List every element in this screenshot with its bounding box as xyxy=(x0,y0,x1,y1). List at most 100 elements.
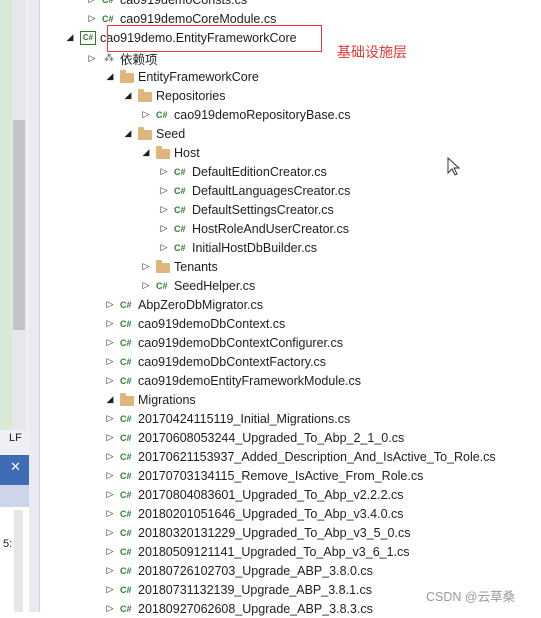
tree-file-item[interactable]: ▷ C# 20180320131229_Upgraded_To_Abp_v3_5_0… xyxy=(104,523,411,542)
change-indicator-bar xyxy=(0,0,12,430)
tree-item-label: 20170621153937_Added_Description_And_IsA… xyxy=(138,449,496,464)
tree-file-item[interactable]: ▷ C# 20170608053244_Upgraded_To_Abp_2_1_0.… xyxy=(104,428,405,447)
csharp-file-icon: C# xyxy=(120,584,132,595)
output-panel-toolbar xyxy=(0,485,29,507)
collapse-arrow-icon[interactable]: ▷ xyxy=(158,223,170,234)
close-icon[interactable]: ✕ xyxy=(10,459,21,475)
collapse-arrow-icon[interactable]: ▷ xyxy=(104,565,116,576)
tree-file-item[interactable]: ▷ C# 20170804083601_Upgraded_To_Abp_v2.2.2… xyxy=(104,485,404,504)
collapse-arrow-icon[interactable]: ▷ xyxy=(104,432,116,443)
expand-arrow-icon[interactable]: ◢ xyxy=(64,32,76,43)
collapse-arrow-icon[interactable]: ▷ xyxy=(86,53,98,64)
folder-icon xyxy=(156,145,170,159)
folder-icon xyxy=(120,392,134,406)
folder-icon xyxy=(156,259,170,273)
collapse-arrow-icon[interactable]: ▷ xyxy=(140,109,152,120)
tree-item-label: cao919demoDbContextFactory.cs xyxy=(138,354,327,369)
collapse-arrow-icon[interactable]: ▷ xyxy=(104,584,116,595)
tree-file-item[interactable]: ▷ C# cao919demoDbContextFactory.cs xyxy=(104,352,327,371)
tree-folder-item[interactable]: ◢ Host xyxy=(140,143,200,162)
tree-folder-item[interactable]: ◢ Migrations xyxy=(104,390,196,409)
dependencies-icon: ⁂ xyxy=(104,52,114,64)
highlight-box xyxy=(107,25,322,52)
tree-item-label: cao919demoCoreModule.cs xyxy=(120,11,277,26)
collapse-arrow-icon[interactable]: ▷ xyxy=(104,451,116,462)
tree-file-item[interactable]: ▷ C# cao919demoDbContextConfigurer.cs xyxy=(104,333,343,352)
collapse-arrow-icon[interactable]: ▷ xyxy=(104,375,116,386)
tree-folder-item[interactable]: ◢ EntityFrameworkCore xyxy=(104,67,259,86)
tree-item-label: DefaultEditionCreator.cs xyxy=(192,164,327,179)
watermark: CSDN @云草桑 xyxy=(426,590,516,604)
collapse-arrow-icon[interactable]: ▷ xyxy=(140,261,152,272)
expand-arrow-icon[interactable]: ◢ xyxy=(140,147,152,158)
collapse-arrow-icon[interactable]: ▷ xyxy=(104,413,116,424)
collapse-arrow-icon[interactable]: ▷ xyxy=(104,546,116,557)
editor-scrollbar-thumb[interactable] xyxy=(13,120,25,330)
tree-file-item[interactable]: ▷ C# DefaultLanguagesCreator.cs xyxy=(158,181,351,200)
tree-file-item[interactable]: ▷ C# 20180726102703_Upgrade_ABP_3.8.0.cs xyxy=(104,561,373,580)
csharp-file-icon: C# xyxy=(120,337,132,348)
collapse-arrow-icon[interactable]: ▷ xyxy=(104,508,116,519)
collapse-arrow-icon[interactable]: ▷ xyxy=(104,489,116,500)
tree-item-label: 20180509121141_Upgraded_To_Abp_v3_6_1.cs xyxy=(138,544,410,559)
csharp-file-icon: C# xyxy=(120,603,132,614)
csharp-file-icon: C# xyxy=(174,223,186,234)
tree-file-item[interactable]: ▷ C# cao919demoDbContext.cs xyxy=(104,314,286,333)
tree-item-label: 20180927062608_Upgrade_ABP_3.8.3.cs xyxy=(138,601,373,616)
tree-item-label: 20180731132139_Upgrade_ABP_3.8.1.cs xyxy=(138,582,372,597)
collapse-arrow-icon[interactable]: ▷ xyxy=(104,470,116,481)
csharp-file-icon: C# xyxy=(102,13,114,24)
tree-file-item[interactable]: ▷ C# AbpZeroDbMigrator.cs xyxy=(104,295,264,314)
collapse-arrow-icon[interactable]: ▷ xyxy=(104,603,116,614)
collapse-arrow-icon[interactable]: ▷ xyxy=(86,0,98,5)
collapse-arrow-icon[interactable]: ▷ xyxy=(158,166,170,177)
tree-file-item[interactable]: ▷ C# 20180201051646_Upgraded_To_Abp_v3.4.0… xyxy=(104,504,404,523)
line-ending-label[interactable]: LF xyxy=(9,432,22,444)
mouse-cursor-icon xyxy=(447,157,461,176)
collapse-arrow-icon[interactable]: ▷ xyxy=(104,337,116,348)
tree-file-item[interactable]: ▷ C# 20170703134115_Remove_IsActive_From_R… xyxy=(104,466,424,485)
tree-item-label: InitialHostDbBuilder.cs xyxy=(192,240,318,255)
tree-file-item[interactable]: ▷ C# cao919demoConsts.cs xyxy=(86,0,248,9)
expand-arrow-icon[interactable]: ◢ xyxy=(122,90,134,101)
expand-arrow-icon[interactable]: ◢ xyxy=(122,128,134,139)
tree-file-item[interactable]: ▷ C# 20180731132139_Upgrade_ABP_3.8.1.cs xyxy=(104,580,372,599)
output-panel-scrollbar[interactable] xyxy=(14,510,23,612)
collapse-arrow-icon[interactable]: ▷ xyxy=(86,13,98,24)
collapse-arrow-icon[interactable]: ▷ xyxy=(158,204,170,215)
tree-file-item[interactable]: ▷ C# DefaultEditionCreator.cs xyxy=(158,162,327,181)
tree-item-label: Seed xyxy=(156,126,186,141)
expand-arrow-icon[interactable]: ◢ xyxy=(104,71,116,82)
csharp-file-icon: C# xyxy=(120,508,132,519)
collapse-arrow-icon[interactable]: ▷ xyxy=(158,185,170,196)
tree-file-item[interactable]: ▷ C# cao919demoEntityFrameworkModule.cs xyxy=(104,371,362,390)
tree-file-item[interactable]: ▷ C# 20180509121141_Upgraded_To_Abp_v3_6_1… xyxy=(104,542,410,561)
expand-arrow-icon[interactable]: ◢ xyxy=(104,394,116,405)
tree-file-item[interactable]: ▷ C# HostRoleAndUserCreator.cs xyxy=(158,219,349,238)
collapse-arrow-icon[interactable]: ▷ xyxy=(140,280,152,291)
tree-file-item[interactable]: ▷ C# DefaultSettingsCreator.cs xyxy=(158,200,334,219)
csharp-file-icon: C# xyxy=(120,470,132,481)
collapse-arrow-icon[interactable]: ▷ xyxy=(158,242,170,253)
tree-item-label: 20170804083601_Upgraded_To_Abp_v2.2.2.cs xyxy=(138,487,404,502)
tree-file-item[interactable]: ▷ C# InitialHostDbBuilder.cs xyxy=(158,238,318,257)
collapse-arrow-icon[interactable]: ▷ xyxy=(104,318,116,329)
tree-file-item[interactable]: ▷ C# 20180927062608_Upgrade_ABP_3.8.3.cs xyxy=(104,599,373,618)
collapse-arrow-icon[interactable]: ▷ xyxy=(104,356,116,367)
tree-file-item[interactable]: ▷ C# cao919demoRepositoryBase.cs xyxy=(140,105,351,124)
folder-icon xyxy=(120,69,134,83)
splitter[interactable] xyxy=(29,0,40,612)
tree-file-item[interactable]: ▷ C# 20170621153937_Added_Description_And_… xyxy=(104,447,496,466)
tree-folder-item[interactable]: ◢ Repositories xyxy=(122,86,225,105)
tree-item-label: cao919demoEntityFrameworkModule.cs xyxy=(138,373,362,388)
tree-folder-item[interactable]: ◢ Seed xyxy=(122,124,185,143)
folder-icon xyxy=(138,88,152,102)
tree-item-label: 20170608053244_Upgraded_To_Abp_2_1_0.cs xyxy=(138,430,405,445)
tree-file-item[interactable]: ▷ C# 20170424115119_Initial_Migrations.cs xyxy=(104,409,351,428)
tree-folder-item[interactable]: ▷ Tenants xyxy=(140,257,218,276)
tree-item-label: 20180201051646_Upgraded_To_Abp_v3.4.0.cs xyxy=(138,506,404,521)
csharp-file-icon: C# xyxy=(120,451,132,462)
collapse-arrow-icon[interactable]: ▷ xyxy=(104,299,116,310)
tree-file-item[interactable]: ▷ C# SeedHelper.cs xyxy=(140,276,256,295)
collapse-arrow-icon[interactable]: ▷ xyxy=(104,527,116,538)
